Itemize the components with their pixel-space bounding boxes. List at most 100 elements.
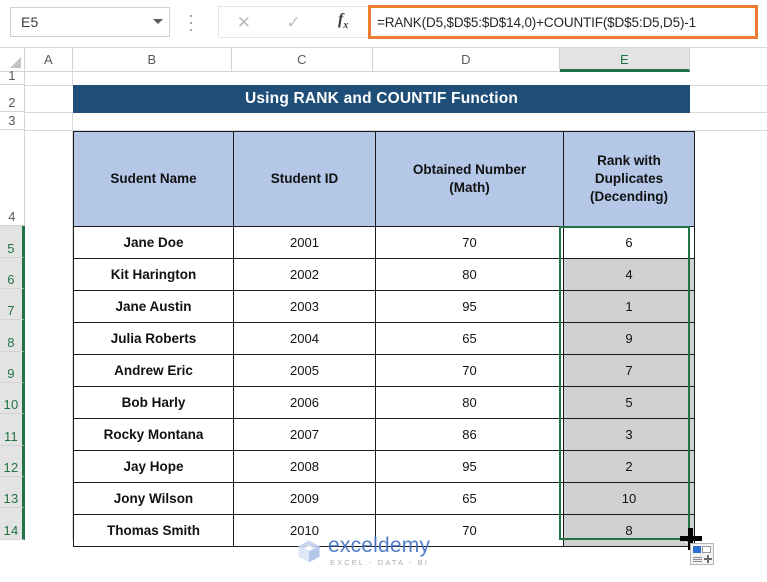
- row-header-6[interactable]: 6: [0, 258, 25, 289]
- row-header-label: 7: [7, 303, 15, 318]
- cell-d6[interactable]: 80: [375, 258, 564, 291]
- row-header-9[interactable]: 9: [0, 352, 25, 383]
- cell-d11[interactable]: 86: [375, 418, 564, 451]
- header-line: Obtained Number: [412, 161, 527, 177]
- cell-c13[interactable]: 2009: [233, 482, 376, 515]
- gridline-vertical: [72, 72, 73, 85]
- cell-c9[interactable]: 2005: [233, 354, 376, 387]
- cell-d7[interactable]: 95: [375, 290, 564, 323]
- chevron-down-icon[interactable]: [147, 18, 169, 26]
- cell-c6[interactable]: 2002: [233, 258, 376, 291]
- cell-e13[interactable]: 10: [563, 482, 695, 515]
- row-header-8[interactable]: 8: [0, 320, 25, 352]
- cell-e7[interactable]: 1: [563, 290, 695, 323]
- row-header-4[interactable]: 4: [0, 130, 25, 226]
- cell-b11[interactable]: Rocky Montana: [73, 418, 234, 451]
- row-header-1[interactable]: 1: [0, 68, 25, 85]
- table-row: Julia Roberts 2004 65 9: [73, 322, 695, 355]
- cell-d9[interactable]: 70: [375, 354, 564, 387]
- cell-b12[interactable]: Jay Hope: [73, 450, 234, 483]
- row-header-7[interactable]: 7: [0, 289, 25, 320]
- header-line: Student ID: [270, 170, 339, 186]
- cell-e11[interactable]: 3: [563, 418, 695, 451]
- row-header-label: 8: [7, 335, 15, 350]
- table-header-row: Sudent Name Student ID Obtained Number (…: [73, 131, 695, 227]
- cell-e14[interactable]: 8: [563, 514, 695, 547]
- cell-e8[interactable]: 9: [563, 322, 695, 355]
- cell-b5[interactable]: Jane Doe: [73, 226, 234, 259]
- cell-d13[interactable]: 65: [375, 482, 564, 515]
- cell-d8[interactable]: 65: [375, 322, 564, 355]
- more-options-icon[interactable]: [186, 13, 196, 33]
- column-header-e[interactable]: E: [560, 48, 690, 72]
- student-rank-table: Sudent Name Student ID Obtained Number (…: [73, 131, 695, 547]
- name-box[interactable]: E5: [10, 7, 170, 37]
- row-header-12[interactable]: 12: [0, 446, 25, 477]
- formula-input[interactable]: =RANK(D5,$D$5:$D$14,0)+COUNTIF($D$5:D5,D…: [368, 5, 758, 39]
- formula-bar: E5 ✕ ✓ fx =RANK(D5,$D$5:$D$14,0)+COUNTIF…: [0, 0, 767, 48]
- row-header-2[interactable]: 2: [0, 85, 25, 112]
- paste-options-icon[interactable]: [690, 543, 714, 565]
- row-header-10[interactable]: 10: [0, 383, 25, 414]
- cell-b9[interactable]: Andrew Eric: [73, 354, 234, 387]
- column-header-a[interactable]: A: [25, 48, 73, 72]
- row-header-bar: 1 2 3 4 5 6 7 8 9 10 11 12 13 14: [0, 68, 25, 582]
- cell-b6[interactable]: Kit Harington: [73, 258, 234, 291]
- watermark-tagline: EXCEL - DATA - BI: [330, 558, 429, 567]
- close-icon[interactable]: ✕: [227, 14, 261, 31]
- column-header-c[interactable]: C: [232, 48, 373, 72]
- cell-d12[interactable]: 95: [375, 450, 564, 483]
- column-header-obtained-number: Obtained Number (Math): [375, 131, 564, 227]
- cell-e9[interactable]: 7: [563, 354, 695, 387]
- table-row: Thomas Smith 2010 70 8: [73, 514, 695, 547]
- row-header-14[interactable]: 14: [0, 508, 25, 540]
- header-line: (Math): [449, 180, 490, 195]
- table-row: Jane Doe 2001 70 6: [73, 226, 695, 259]
- name-box-value: E5: [21, 14, 39, 30]
- row-header-label: 1: [8, 68, 16, 83]
- row-header-11[interactable]: 11: [0, 414, 25, 446]
- cell-b14[interactable]: Thomas Smith: [73, 514, 234, 547]
- cell-d5[interactable]: 70: [375, 226, 564, 259]
- column-header-student-name: Sudent Name: [73, 131, 234, 227]
- cell-b8[interactable]: Julia Roberts: [73, 322, 234, 355]
- cell-d10[interactable]: 80: [375, 386, 564, 419]
- check-icon[interactable]: ✓: [276, 14, 310, 31]
- row-header-label: 2: [8, 95, 16, 110]
- row-header-label: 13: [3, 491, 19, 506]
- insert-function-icon[interactable]: fx: [326, 12, 360, 31]
- cell-c8[interactable]: 2004: [233, 322, 376, 355]
- cell-c14[interactable]: 2010: [233, 514, 376, 547]
- cell-c10[interactable]: 2006: [233, 386, 376, 419]
- table-row: Jony Wilson 2009 65 10: [73, 482, 695, 515]
- column-header-bar: A B C D E: [0, 48, 767, 72]
- fill-handle[interactable]: [686, 536, 693, 543]
- table-row: Jay Hope 2008 95 2: [73, 450, 695, 483]
- row-header-5[interactable]: 5: [0, 226, 25, 258]
- column-header-d[interactable]: D: [373, 48, 560, 72]
- cell-e5[interactable]: 6: [563, 226, 695, 259]
- row-header-label: 11: [3, 429, 19, 444]
- cell-e6[interactable]: 4: [563, 258, 695, 291]
- cell-b13[interactable]: Jony Wilson: [73, 482, 234, 515]
- cell-c5[interactable]: 2001: [233, 226, 376, 259]
- cell-b10[interactable]: Bob Harly: [73, 386, 234, 419]
- header-line: (Decending): [589, 189, 668, 205]
- table-row: Bob Harly 2006 80 5: [73, 386, 695, 419]
- cell-d14[interactable]: 70: [375, 514, 564, 547]
- cell-c12[interactable]: 2008: [233, 450, 376, 483]
- cell-c7[interactable]: 2003: [233, 290, 376, 323]
- cell-e12[interactable]: 2: [563, 450, 695, 483]
- gridline-vertical: [72, 112, 73, 130]
- column-header-b[interactable]: B: [73, 48, 232, 72]
- cell-b7[interactable]: Jane Austin: [73, 290, 234, 323]
- cell-e10[interactable]: 5: [563, 386, 695, 419]
- table-row: Kit Harington 2002 80 4: [73, 258, 695, 291]
- cell-c11[interactable]: 2007: [233, 418, 376, 451]
- row-header-13[interactable]: 13: [0, 477, 25, 508]
- formula-bar-buttons: ✕ ✓ fx: [218, 6, 368, 38]
- row-header-label: 4: [8, 209, 16, 224]
- row-header-label: 6: [7, 272, 15, 287]
- table-row: Jane Austin 2003 95 1: [73, 290, 695, 323]
- row-header-3[interactable]: 3: [0, 112, 25, 130]
